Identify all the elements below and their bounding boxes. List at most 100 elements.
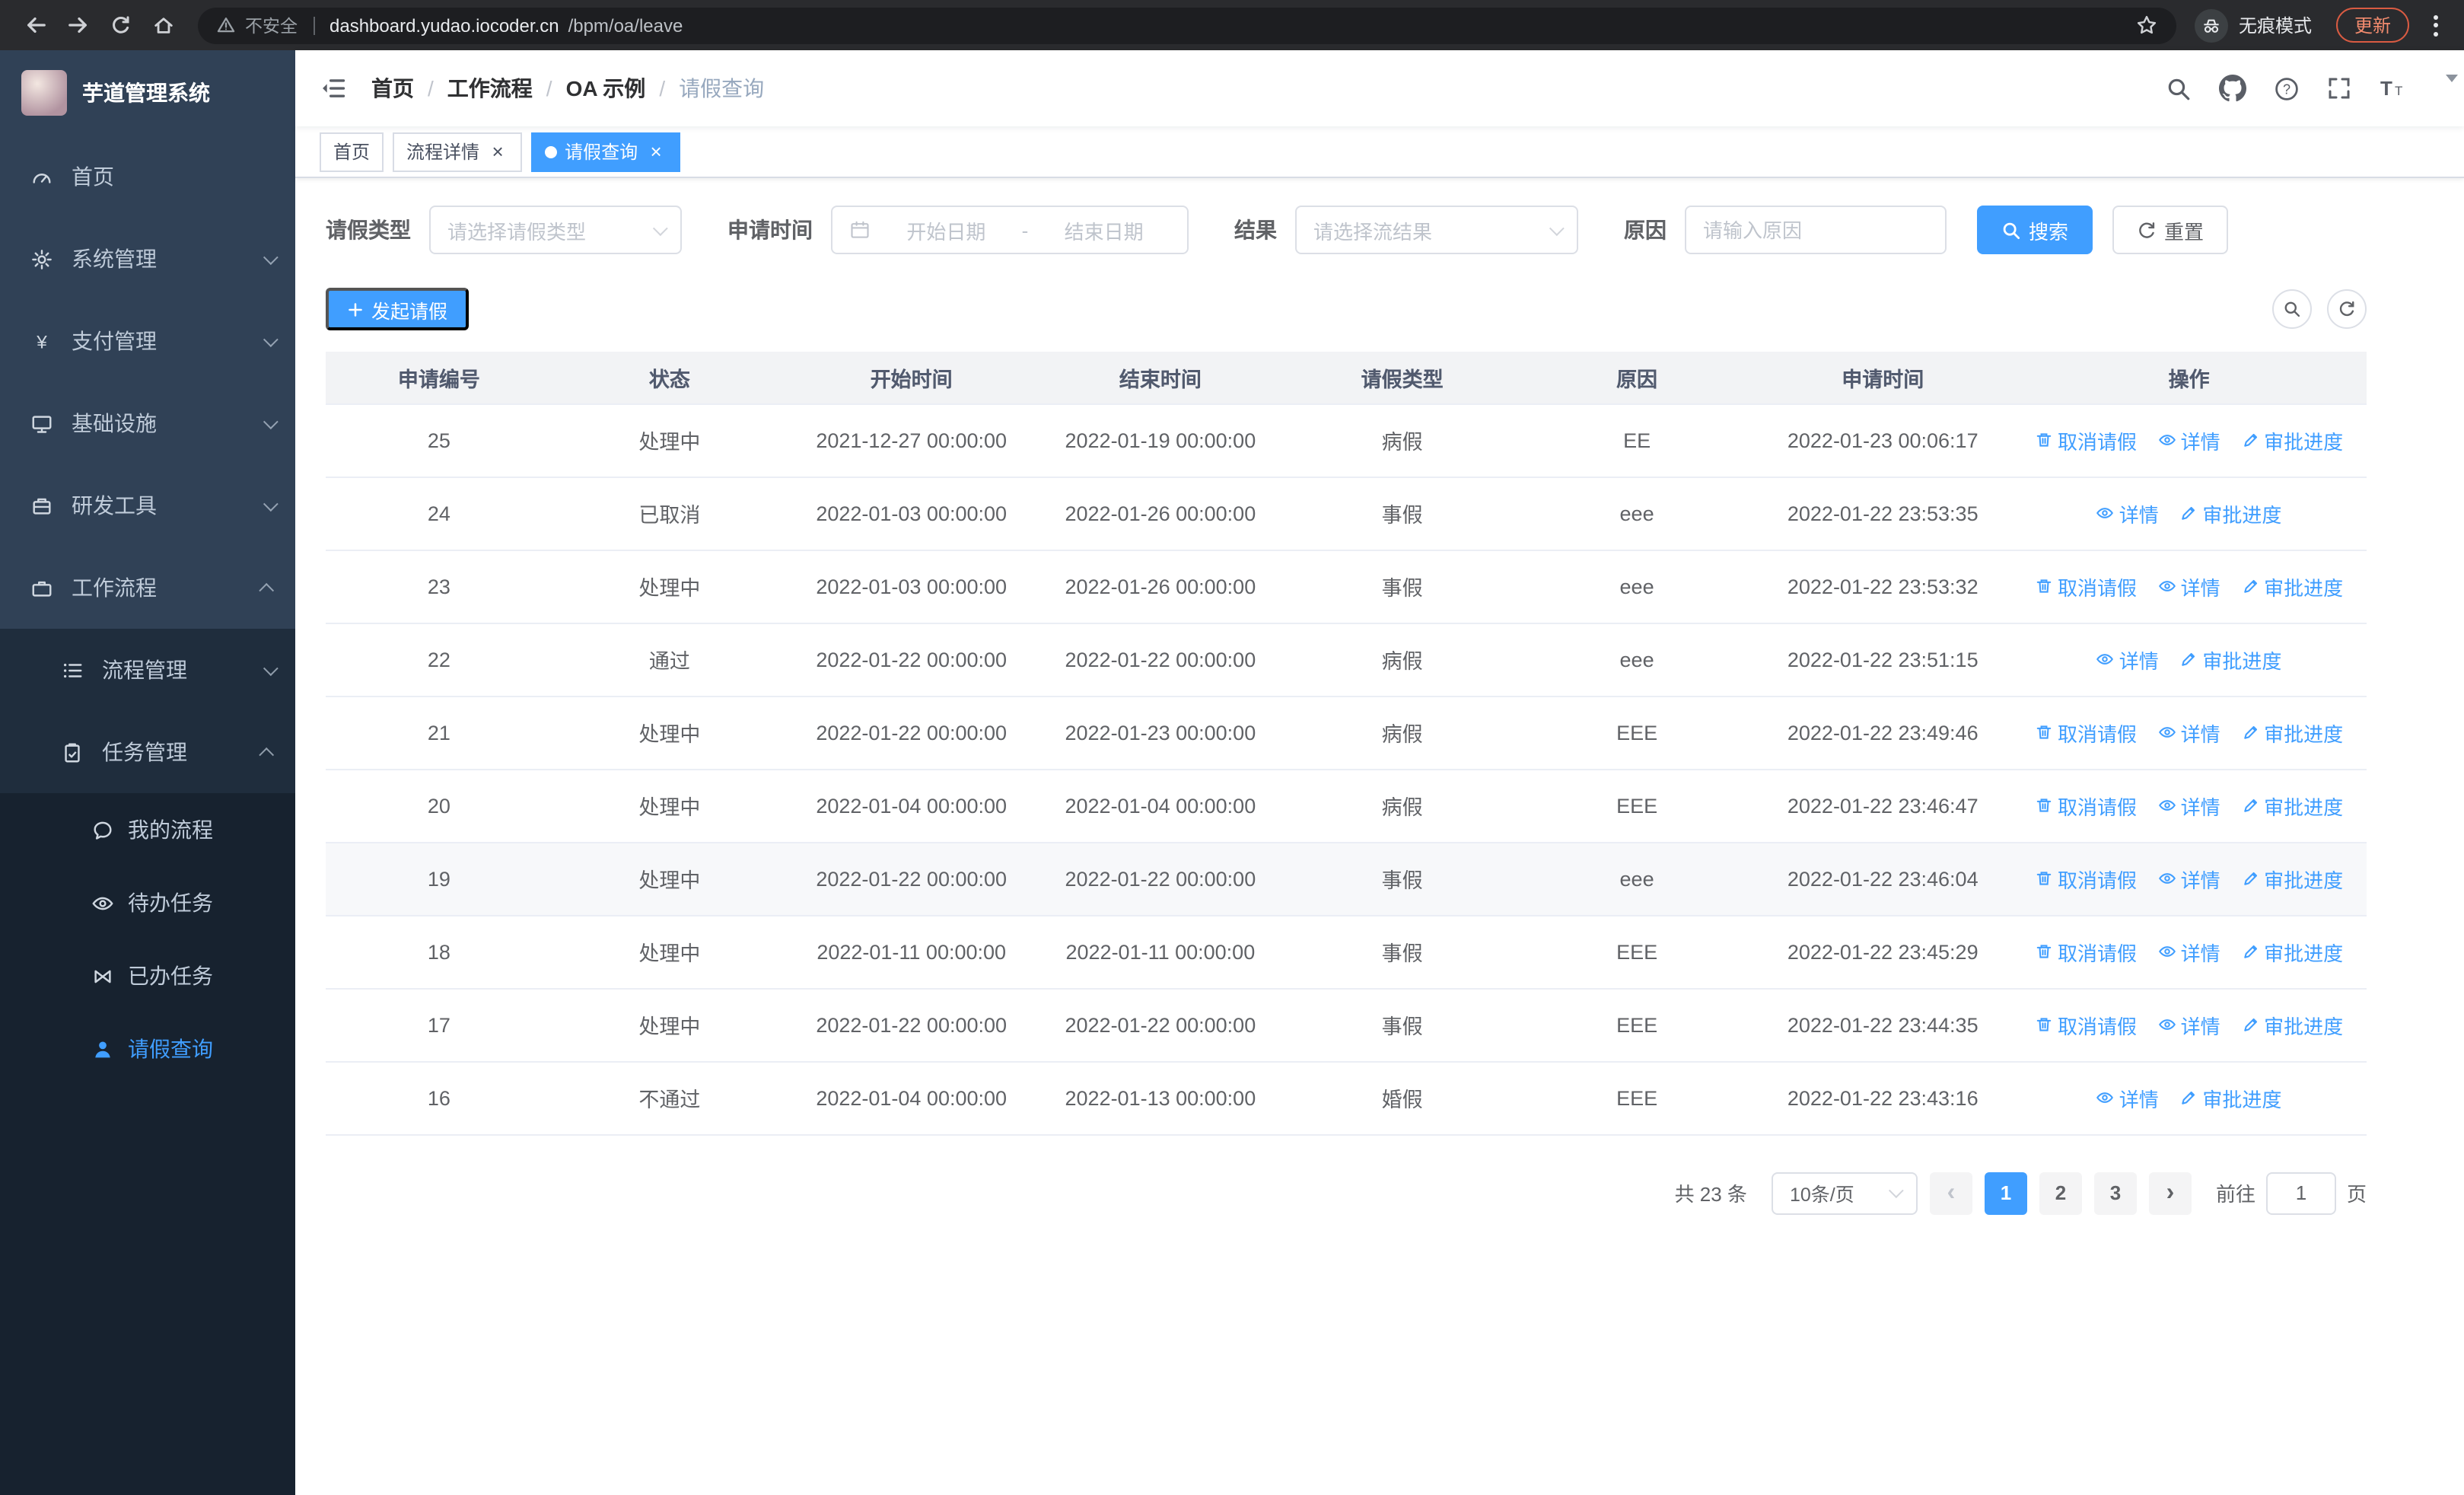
close-icon[interactable]: × bbox=[487, 140, 508, 162]
browser-update-button[interactable]: 更新 bbox=[2335, 8, 2409, 43]
cancel-leave-link[interactable]: 取消请假 bbox=[2035, 791, 2137, 820]
approval-progress-link[interactable]: 审批进度 bbox=[2241, 718, 2343, 747]
detail-link[interactable]: 详情 bbox=[2096, 645, 2159, 674]
detail-link[interactable]: 详情 bbox=[2158, 1010, 2220, 1039]
goto-page-input[interactable] bbox=[2265, 1171, 2336, 1214]
sidebar-item-leave-query[interactable]: 请假查询 bbox=[0, 1012, 295, 1085]
approval-progress-link[interactable]: 审批进度 bbox=[2179, 645, 2281, 674]
goto-label: 前往 bbox=[2215, 1183, 2255, 1206]
cell-status: 处理中 bbox=[552, 769, 788, 843]
end-date-input[interactable]: 结束日期 bbox=[1037, 215, 1170, 244]
tab-process-detail[interactable]: 流程详情 × bbox=[393, 132, 523, 171]
reason-input[interactable] bbox=[1703, 218, 1928, 241]
detail-link[interactable]: 详情 bbox=[2158, 937, 2220, 966]
sidebar-item-my-process[interactable]: 我的流程 bbox=[0, 793, 295, 866]
cell-end-time: 2022-01-23 00:00:00 bbox=[1036, 696, 1285, 770]
pen-icon bbox=[2182, 652, 2195, 666]
cancel-leave-link[interactable]: 取消请假 bbox=[2035, 426, 2137, 454]
browser-reload-button[interactable] bbox=[100, 5, 140, 45]
page-button-3[interactable]: 3 bbox=[2093, 1171, 2137, 1214]
page-button-2[interactable]: 2 bbox=[2039, 1171, 2082, 1214]
cell-start-time: 2022-01-11 00:00:00 bbox=[787, 915, 1036, 989]
page-size-select[interactable]: 10条/页 bbox=[1771, 1171, 1918, 1214]
approval-progress-link[interactable]: 审批进度 bbox=[2241, 572, 2343, 601]
reset-button[interactable]: 重置 bbox=[2112, 206, 2229, 254]
result-select[interactable]: 请选择流结果 bbox=[1295, 206, 1578, 254]
font-size-button[interactable]: TT bbox=[2379, 76, 2406, 100]
detail-link[interactable]: 详情 bbox=[2158, 718, 2220, 747]
approval-progress-link[interactable]: 审批进度 bbox=[2241, 426, 2343, 454]
cancel-leave-link[interactable]: 取消请假 bbox=[2035, 718, 2137, 747]
page-content: 请假类型 请选择请假类型 申请时间 开始日期 - 结束日期 结果 请选择流结果 … bbox=[295, 178, 2464, 1495]
clipboard-icon bbox=[65, 742, 80, 762]
cancel-leave-link[interactable]: 取消请假 bbox=[2035, 937, 2137, 966]
start-date-input[interactable]: 开始日期 bbox=[880, 215, 1013, 244]
github-link[interactable] bbox=[2219, 75, 2246, 102]
help-button[interactable]: ? bbox=[2274, 75, 2300, 101]
sidebar-item-devtools[interactable]: 研发工具 bbox=[0, 464, 295, 547]
next-page-button[interactable]: › bbox=[2148, 1171, 2192, 1214]
detail-link[interactable]: 详情 bbox=[2096, 1083, 2159, 1112]
cancel-leave-link[interactable]: 取消请假 bbox=[2035, 864, 2137, 893]
detail-link[interactable]: 详情 bbox=[2158, 426, 2220, 454]
sidebar-item-task-mgmt[interactable]: 任务管理 bbox=[0, 711, 295, 793]
fullscreen-button[interactable] bbox=[2327, 76, 2351, 100]
detail-link[interactable]: 详情 bbox=[2158, 572, 2220, 601]
sidebar-item-process-mgmt[interactable]: 流程管理 bbox=[0, 629, 295, 711]
approval-progress-link[interactable]: 审批进度 bbox=[2241, 1010, 2343, 1039]
sidebar-item-done-tasks[interactable]: 已办任务 bbox=[0, 939, 295, 1012]
address-bar[interactable]: 不安全 dashboard.yudao.iocoder.cn/bpm/oa/le… bbox=[198, 7, 2176, 43]
sidebar-item-infra[interactable]: 基础设施 bbox=[0, 382, 295, 464]
sidebar-item-todo-tasks[interactable]: 待办任务 bbox=[0, 866, 295, 939]
page-unit-label: 页 bbox=[2346, 1183, 2367, 1206]
refresh-table-button[interactable] bbox=[2327, 289, 2367, 329]
leave-type-select[interactable]: 请选择请假类型 bbox=[429, 206, 682, 254]
cell-end-time: 2022-01-26 00:00:00 bbox=[1036, 477, 1285, 550]
breadcrumb-oa-example[interactable]: OA 示例 bbox=[566, 73, 646, 104]
create-leave-button[interactable]: 发起请假 bbox=[326, 288, 470, 330]
header-search-button[interactable] bbox=[2166, 75, 2192, 101]
browser-menu-button[interactable] bbox=[2421, 14, 2449, 36]
table-row: 17 处理中 2022-01-22 00:00:00 2022-01-22 00… bbox=[326, 988, 2367, 1062]
cell-apply-id: 21 bbox=[326, 696, 552, 770]
detail-link[interactable]: 详情 bbox=[2096, 499, 2159, 528]
close-icon[interactable]: × bbox=[645, 140, 667, 162]
browser-back-button[interactable] bbox=[15, 5, 55, 45]
eye-icon bbox=[2096, 654, 2114, 665]
app-logo[interactable]: 芋道管理系统 bbox=[0, 50, 295, 135]
browser-forward-button[interactable] bbox=[58, 5, 97, 45]
breadcrumb-home[interactable]: 首页 bbox=[371, 73, 414, 104]
sidebar-item-system[interactable]: 系统管理 bbox=[0, 218, 295, 300]
search-button[interactable]: 搜索 bbox=[1977, 206, 2093, 254]
toggle-search-button[interactable] bbox=[2272, 289, 2312, 329]
cell-leave-type: 病假 bbox=[1285, 403, 1520, 477]
tab-home[interactable]: 首页 bbox=[320, 132, 384, 171]
detail-link[interactable]: 详情 bbox=[2158, 864, 2220, 893]
cell-start-time: 2022-01-22 00:00:00 bbox=[787, 988, 1036, 1062]
cancel-leave-link[interactable]: 取消请假 bbox=[2035, 1010, 2137, 1039]
bookmark-star-icon[interactable] bbox=[2135, 14, 2158, 37]
reason-field-box bbox=[1685, 206, 1947, 254]
approval-progress-link[interactable]: 审批进度 bbox=[2241, 937, 2343, 966]
sidebar-item-home[interactable]: 首页 bbox=[0, 135, 295, 218]
detail-link[interactable]: 详情 bbox=[2158, 791, 2220, 820]
cell-operations: 详情 审批进度 bbox=[2011, 1061, 2367, 1135]
screen: 不安全 dashboard.yudao.iocoder.cn/bpm/oa/le… bbox=[0, 0, 2464, 1495]
eye-icon bbox=[2158, 800, 2176, 811]
approval-progress-link[interactable]: 审批进度 bbox=[2179, 1083, 2281, 1112]
breadcrumb-workflow[interactable]: 工作流程 bbox=[447, 73, 533, 104]
cell-end-time: 2022-01-22 00:00:00 bbox=[1036, 623, 1285, 696]
page-button-1[interactable]: 1 bbox=[1984, 1171, 2027, 1214]
tab-leave-query[interactable]: 请假查询 × bbox=[531, 132, 681, 171]
prev-page-button[interactable]: ‹ bbox=[1929, 1171, 1972, 1214]
cancel-leave-link[interactable]: 取消请假 bbox=[2035, 572, 2137, 601]
approval-progress-link[interactable]: 审批进度 bbox=[2179, 499, 2281, 528]
apply-time-range-picker[interactable]: 开始日期 - 结束日期 bbox=[831, 206, 1189, 254]
sidebar-item-workflow[interactable]: 工作流程 bbox=[0, 547, 295, 629]
approval-progress-link[interactable]: 审批进度 bbox=[2241, 864, 2343, 893]
sidebar-fold-button[interactable] bbox=[320, 75, 347, 102]
approval-progress-link[interactable]: 审批进度 bbox=[2241, 791, 2343, 820]
browser-home-button[interactable] bbox=[143, 5, 183, 45]
sidebar-item-payment[interactable]: ¥ 支付管理 bbox=[0, 300, 295, 382]
chevron-up-icon bbox=[259, 746, 275, 762]
